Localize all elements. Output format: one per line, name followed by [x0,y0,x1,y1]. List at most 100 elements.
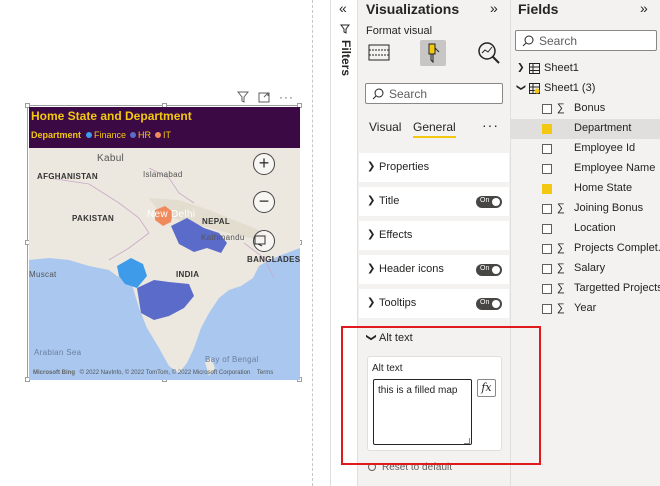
visualizations-search[interactable]: Search [365,83,503,104]
expand-filters-icon[interactable]: « [339,0,347,16]
tab-visual[interactable]: Visual [369,120,401,134]
field-employee-name[interactable]: Employee Name [511,159,660,179]
section-title[interactable]: ❯ Title On [359,186,509,216]
field-joining-bonus[interactable]: ∑ Joining Bonus [511,199,660,219]
field-location[interactable]: Location [511,219,660,239]
map-copyright: Microsoft Bing © 2022 NavInfo, © 2022 To… [33,370,274,376]
title-toggle[interactable]: On [476,196,502,208]
sigma-icon: ∑ [557,282,565,294]
collapse-visualizations-icon[interactable]: » [490,0,498,16]
chevron-right-icon: ❯ [367,297,376,308]
report-canvas[interactable]: ··· Home State and Department Department… [0,0,312,486]
field-checkbox-checked[interactable] [542,124,552,134]
format-visual-label: Format visual [366,25,433,37]
map-area[interactable]: Kabul AFGHANISTAN Islamabad PAKISTAN New… [29,148,300,380]
alt-text-input[interactable]: this is a filled map [373,379,472,445]
filter-icon[interactable] [237,91,249,103]
map-label-bangladesh: BANGLADESH [247,255,300,264]
field-checkbox[interactable] [542,244,552,254]
filters-label[interactable]: Filters [339,40,353,76]
chevron-right-icon: ❯ [517,62,525,72]
sigma-icon: ∑ [557,262,565,274]
field-checkbox[interactable] [542,104,552,114]
field-employee-id[interactable]: Employee Id [511,139,660,159]
field-targetted-projects[interactable]: ∑ Targetted Projects [511,279,660,299]
search-icon [372,88,384,100]
legend-item-hr[interactable]: HR [130,130,151,140]
search-placeholder: Search [539,34,578,48]
field-checkbox[interactable] [542,264,552,274]
section-tooltips[interactable]: ❯ Tooltips On [359,288,509,318]
fields-pane: Fields » Search ❯ Sheet1 ❯ Sheet1 (3) ∑ … [510,0,660,486]
bing-logo: Microsoft Bing [33,370,75,376]
map-label-kathmandu: Kathmandu [201,233,245,242]
section-properties[interactable]: ❯ Properties [359,152,509,182]
field-department[interactable]: Department [511,119,660,139]
visual-title-bar: Home State and Department Department Fin… [29,107,300,148]
field-checkbox[interactable] [542,144,552,154]
map-label-muscat: Muscat [29,270,57,279]
focus-mode-icon[interactable] [258,91,270,103]
map-label-nepal: NEPAL [202,217,231,226]
filter-icon [340,24,350,34]
field-checkbox[interactable] [542,284,552,294]
map-label-arabian-sea: Arabian Sea [34,348,82,357]
map-label-islamabad: Islamabad [143,170,183,179]
table-sheet1-3[interactable]: ❯ Sheet1 (3) [511,79,660,99]
tooltips-toggle[interactable]: On [476,298,502,310]
zoom-in-button[interactable]: + [253,153,275,175]
zoom-out-button[interactable]: − [253,191,275,213]
map-label-kabul: Kabul [97,153,125,164]
map-label-afghanistan: AFGHANISTAN [37,172,98,181]
map-legend: Department Finance HR IT [31,130,175,140]
tab-general[interactable]: General [413,120,456,138]
map-view-icon [254,235,266,247]
reset-to-default-link[interactable]: Reset to default [368,462,452,473]
resize-grip-icon[interactable] [464,438,470,444]
filled-map-visual[interactable]: Home State and Department Department Fin… [25,103,302,382]
legend-item-finance[interactable]: Finance [86,130,126,140]
collapse-fields-icon[interactable]: » [640,0,648,16]
format-visual-tab[interactable] [420,40,446,66]
map-label-bay-of-bengal: Bay of Bengal [205,355,259,364]
map-svg [29,148,300,376]
table-sheet1[interactable]: ❯ Sheet1 [511,59,660,79]
filters-pane-collapsed[interactable]: « Filters [330,0,358,486]
table-grid-icon [368,44,390,61]
field-home-state[interactable]: Home State [511,179,660,199]
fields-title: Fields [518,1,559,17]
map-label-india: INDIA [176,270,200,279]
more-options-icon[interactable]: ··· [482,117,499,133]
field-checkbox[interactable] [542,204,552,214]
build-visual-tab[interactable] [366,40,392,66]
field-checkbox[interactable] [542,164,552,174]
field-bonus[interactable]: ∑ Bonus [511,99,660,119]
search-placeholder: Search [389,87,428,101]
section-header-icons[interactable]: ❯ Header icons On [359,254,509,284]
field-year[interactable]: ∑ Year [511,299,660,319]
more-options-icon[interactable]: ··· [279,90,294,104]
field-projects-completed[interactable]: ∑ Projects Complet... [511,239,660,259]
legend-item-it[interactable]: IT [155,130,171,140]
section-effects[interactable]: ❯ Effects [359,220,509,250]
chevron-down-icon: ❯ [516,83,527,92]
alt-text-caption: Alt text [372,363,403,374]
visual-header: ··· [237,90,294,104]
fields-search[interactable]: Search [515,30,657,51]
map-view-button[interactable] [253,230,275,252]
table-icon [529,83,540,94]
field-checkbox-checked[interactable] [542,184,552,194]
field-salary[interactable]: ∑ Salary [511,259,660,279]
analytics-tab[interactable] [476,40,502,66]
table-icon [529,63,540,74]
field-checkbox[interactable] [542,304,552,314]
visualizations-title: Visualizations [366,1,460,17]
fx-conditional-format-button[interactable]: fx [477,379,496,397]
chevron-right-icon: ❯ [367,161,376,172]
chevron-right-icon: ❯ [367,229,376,240]
field-checkbox[interactable] [542,224,552,234]
analytics-magnifier-icon [478,42,500,64]
terms-link[interactable]: Terms [257,370,273,376]
header-icons-toggle[interactable]: On [476,264,502,276]
alt-text-card: Alt text this is a filled map fx [367,356,502,451]
